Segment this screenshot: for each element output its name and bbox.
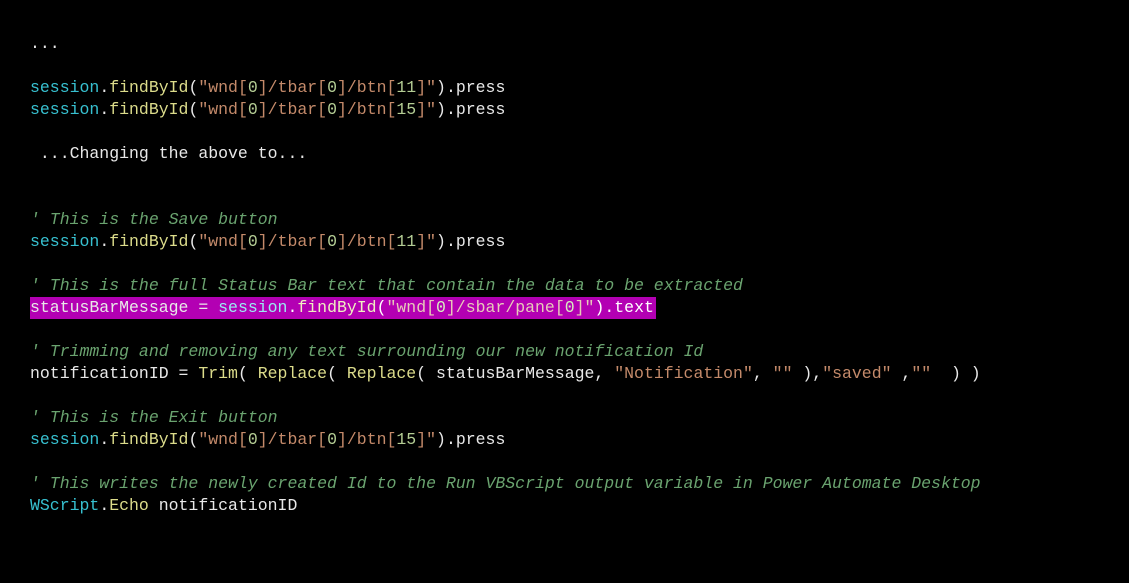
code-token: session — [30, 430, 99, 449]
code-token: ]/tbar[ — [258, 78, 327, 97]
code-token: ]/btn[ — [337, 100, 396, 119]
comment: ' This is the Exit button — [30, 408, 278, 427]
code-token: . — [99, 100, 109, 119]
code-token: .press — [446, 78, 505, 97]
code-token: 0 — [248, 232, 258, 251]
code-token: , — [892, 364, 912, 383]
code-token: .press — [446, 100, 505, 119]
code-token: "wnd[ — [198, 430, 248, 449]
code-token: 0 — [327, 100, 337, 119]
code-token: 0 — [565, 298, 575, 317]
code-token: ) — [594, 298, 604, 317]
code-token: ]/tbar[ — [258, 100, 327, 119]
code-block: ... session.findById("wnd[0]/tbar[0]/btn… — [0, 0, 1129, 550]
code-token: "" — [911, 364, 931, 383]
code-token: ]" — [416, 430, 436, 449]
code-token: ]/btn[ — [337, 78, 396, 97]
changing-note: ...Changing the above to... — [30, 144, 307, 163]
code-token: ]/tbar[ — [258, 430, 327, 449]
comment: ' Trimming and removing any text surroun… — [30, 342, 703, 361]
code-token: session — [218, 298, 287, 317]
code-token: 0 — [327, 232, 337, 251]
code-token: ( — [327, 364, 347, 383]
code-token: ) — [436, 78, 446, 97]
code-token: , — [753, 364, 773, 383]
code-token: . — [99, 496, 109, 515]
code-token: . — [99, 430, 109, 449]
code-token: "wnd[ — [198, 78, 248, 97]
code-token: "wnd[ — [386, 298, 436, 317]
code-token: .press — [446, 232, 505, 251]
code-token: ( — [188, 232, 198, 251]
code-token: session — [30, 100, 99, 119]
code-token: ( statusBarMessage, — [416, 364, 614, 383]
code-token: ]" — [416, 232, 436, 251]
code-token: . — [99, 78, 109, 97]
comment: ' This is the full Status Bar text that … — [30, 276, 743, 295]
code-token: findById — [109, 100, 188, 119]
code-token: . — [99, 232, 109, 251]
code-token: notificationID = — [30, 364, 198, 383]
code-token: findById — [109, 78, 188, 97]
code-token: session — [30, 78, 99, 97]
code-token: ( — [238, 364, 258, 383]
comment: ' This is the Save button — [30, 210, 278, 229]
code-token: ]" — [416, 100, 436, 119]
code-token: session — [30, 232, 99, 251]
code-token: "wnd[ — [198, 100, 248, 119]
code-token: 11 — [396, 232, 416, 251]
code-token: WScript — [30, 496, 99, 515]
code-token: "wnd[ — [198, 232, 248, 251]
code-token: 0 — [327, 430, 337, 449]
code-token: ) — [436, 232, 446, 251]
code-token: ) — [436, 100, 446, 119]
code-token: findById — [109, 430, 188, 449]
code-token: . — [287, 298, 297, 317]
code-token: ), — [792, 364, 822, 383]
code-token: 0 — [327, 78, 337, 97]
code-token: ( — [377, 298, 387, 317]
code-token: .text — [604, 298, 654, 317]
code-token: ]/tbar[ — [258, 232, 327, 251]
code-token: ( — [188, 78, 198, 97]
code-token: ) — [436, 430, 446, 449]
code-token: ]/btn[ — [337, 430, 396, 449]
comment: ' This writes the newly created Id to th… — [30, 474, 981, 493]
code-token: statusBarMessage = — [30, 298, 218, 317]
code-token: "Notification" — [614, 364, 753, 383]
highlighted-line: statusBarMessage = session.findById("wnd… — [30, 297, 656, 319]
code-token: Echo — [109, 496, 149, 515]
code-token: Replace — [347, 364, 416, 383]
code-token: Trim — [198, 364, 238, 383]
code-token: .press — [446, 430, 505, 449]
code-token: 15 — [396, 430, 416, 449]
code-token: 0 — [248, 78, 258, 97]
ellipsis: ... — [30, 34, 60, 53]
code-token: ]/btn[ — [337, 232, 396, 251]
code-token: 15 — [396, 100, 416, 119]
code-token: ) ) — [931, 364, 981, 383]
code-token: ( — [188, 100, 198, 119]
code-token: ]" — [416, 78, 436, 97]
code-token: ]" — [575, 298, 595, 317]
code-token: "saved" — [822, 364, 891, 383]
code-token: 11 — [396, 78, 416, 97]
code-token: ]/sbar/pane[ — [446, 298, 565, 317]
code-token: "" — [773, 364, 793, 383]
code-token: Replace — [258, 364, 327, 383]
code-token: 0 — [436, 298, 446, 317]
code-token: findById — [297, 298, 376, 317]
code-token: 0 — [248, 100, 258, 119]
code-token: notificationID — [149, 496, 298, 515]
code-token: 0 — [248, 430, 258, 449]
code-token: ( — [188, 430, 198, 449]
code-token: findById — [109, 232, 188, 251]
